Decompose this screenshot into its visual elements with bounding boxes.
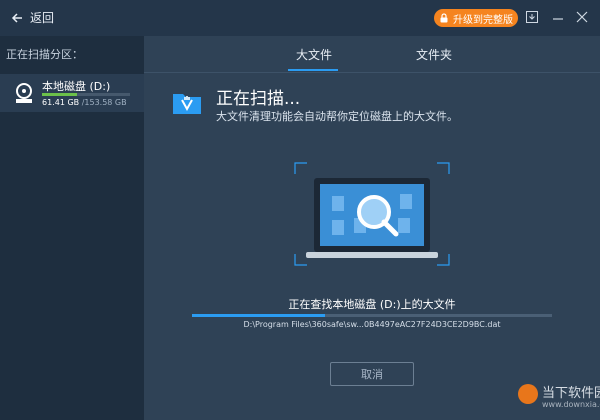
folder-broom-icon (173, 94, 201, 114)
current-file-path: D:\Program Files\360safe\sw...0B4497eAC2… (243, 320, 501, 329)
sidebar-item-drive-d[interactable]: 本地磁盘 (D:) 61.41 GB /153.58 GB (0, 74, 144, 112)
drive-usage-fill (42, 93, 78, 96)
scan-status: 正在查找本地磁盘 (D:)上的大文件 (288, 298, 456, 311)
laptop-scanning-icon (294, 162, 450, 266)
watermark: 当下软件园 www.downxia.com (518, 382, 600, 418)
scan-description: 大文件清理功能会自动帮你定位磁盘上的大文件。 (216, 110, 458, 123)
tab-folders[interactable]: 文件夹 (416, 46, 452, 63)
disk-drive-icon (16, 83, 32, 103)
scan-progress-fill (192, 314, 326, 317)
drive-total: /153.58 GB (81, 98, 127, 107)
lock-icon (440, 13, 448, 23)
close-button[interactable] (574, 9, 590, 25)
tab-large-files[interactable]: 大文件 (296, 46, 332, 63)
upgrade-label: 升级到完整版 (453, 14, 513, 26)
drive-usage-bar (42, 93, 130, 96)
cancel-button[interactable]: 取消 (330, 362, 414, 386)
close-icon (576, 11, 588, 23)
minimize-button[interactable] (550, 9, 566, 25)
drive-name: 本地磁盘 (D:) (42, 80, 111, 93)
minimize-icon (553, 18, 563, 20)
main-panel: 大文件 文件夹 正在扫描... 大文件清理功能会自动帮你定位磁盘上的大文件。 正… (144, 36, 600, 420)
drive-used: 61.41 GB (42, 98, 80, 107)
arrow-left-icon (11, 12, 22, 23)
watermark-url: www.downxia.com (542, 400, 600, 409)
back-label: 返回 (30, 11, 55, 25)
scan-progress-bar (192, 314, 552, 317)
title-bar: 返回 升级到完整版 (0, 0, 600, 36)
drive-size: 61.41 GB /153.58 GB (42, 98, 127, 107)
tab-bar: 大文件 文件夹 (144, 36, 600, 73)
download-icon (526, 11, 538, 23)
upgrade-button[interactable]: 升级到完整版 (434, 9, 518, 27)
scan-heading: 正在扫描... (216, 89, 301, 109)
active-tab-indicator (288, 69, 338, 71)
watermark-logo-icon (518, 384, 538, 404)
back-button[interactable]: 返回 (10, 9, 54, 26)
sidebar: 正在扫描分区： 本地磁盘 (D:) 61.41 GB /153.58 GB (0, 36, 144, 420)
watermark-text: 当下软件园 (542, 386, 600, 401)
download-button[interactable] (524, 9, 540, 25)
sidebar-title: 正在扫描分区： (6, 48, 83, 61)
